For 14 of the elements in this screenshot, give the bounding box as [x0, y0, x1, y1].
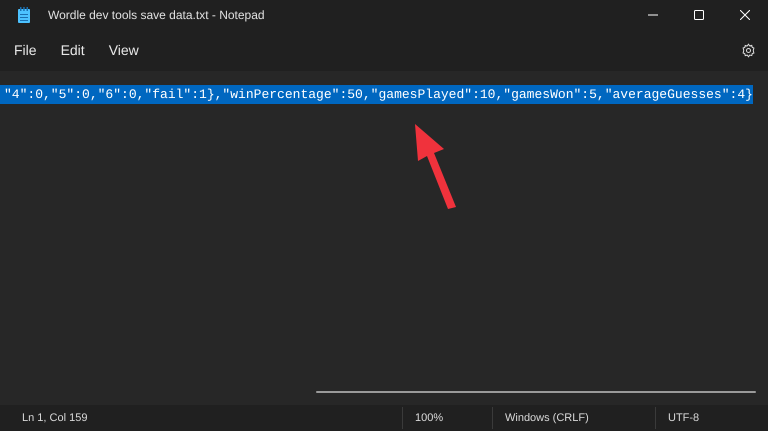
maximize-icon[interactable] — [694, 10, 704, 20]
menu-item[interactable]: View — [98, 36, 149, 66]
settings-icon[interactable] — [741, 43, 756, 58]
close-icon[interactable] — [740, 10, 750, 20]
window-title: Wordle dev tools save data.txt - Notepad — [48, 7, 265, 24]
status-text: UTF-8 — [668, 410, 700, 426]
menu-item[interactable]: File — [4, 36, 47, 66]
horizontal-scrollbar[interactable] — [316, 391, 756, 393]
notepad-icon — [18, 7, 30, 23]
editor-area[interactable]: "4":0,"5":0,"6":0,"fail":1},"winPercentage":50,"gamesPlayed":10,"gamesWon":5,"averageGuesses":4} — [0, 71, 768, 405]
status-text: Windows (CRLF) — [505, 410, 589, 426]
status-text: Ln 1, Col 159 — [22, 410, 88, 426]
status-text: 100% — [415, 410, 444, 426]
menu-item[interactable]: Edit — [50, 36, 95, 66]
